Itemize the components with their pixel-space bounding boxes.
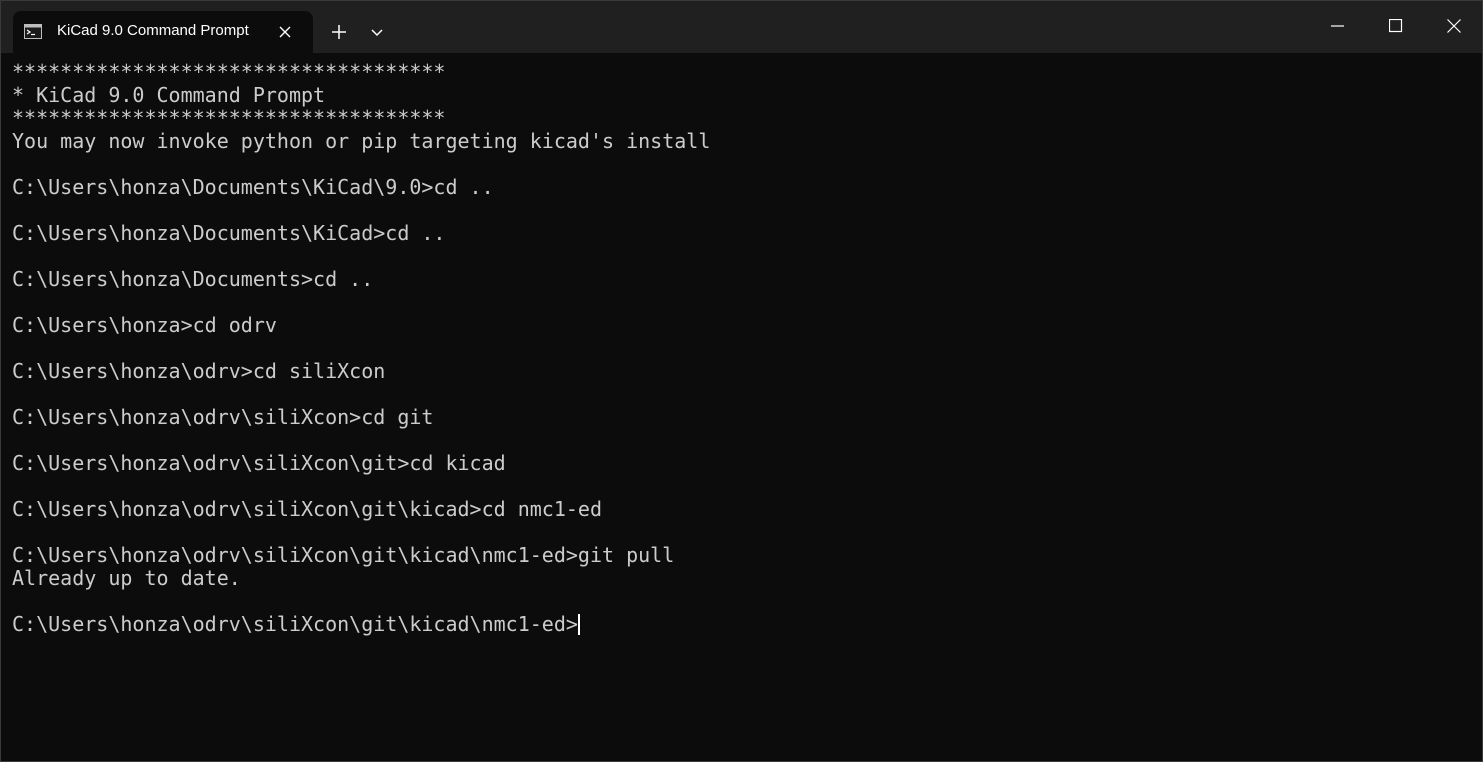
terminal-line: ************************************ <box>12 106 446 130</box>
close-window-button[interactable] <box>1425 1 1482 51</box>
terminal-line: C:\Users\honza\odrv\siliXcon\git\kicad>c… <box>12 497 603 521</box>
chevron-down-icon <box>371 29 383 37</box>
terminal-prompt-line[interactable]: C:\Users\honza\odrv\siliXcon\git\kicad\n… <box>12 613 1472 636</box>
minimize-icon <box>1331 25 1344 27</box>
cmd-terminal-icon <box>24 24 42 39</box>
terminal-line: C:\Users\honza\odrv>cd siliXcon <box>12 359 386 383</box>
title-bar[interactable]: KiCad 9.0 Command Prompt <box>1 1 1482 53</box>
terminal-output[interactable]: ************************************ * Ki… <box>12 61 1472 751</box>
terminal-line: C:\Users\honza\Documents\KiCad>cd .. <box>12 221 446 245</box>
terminal-line: * KiCad 9.0 Command Prompt <box>12 83 326 107</box>
tab-kicad-command-prompt[interactable]: KiCad 9.0 Command Prompt <box>13 11 313 53</box>
text-cursor <box>577 614 580 635</box>
close-icon <box>279 26 291 38</box>
maximize-button[interactable] <box>1367 1 1425 51</box>
terminal-line: C:\Users\honza\Documents>cd .. <box>12 267 374 291</box>
minimize-button[interactable] <box>1309 1 1367 51</box>
terminal-prompt: C:\Users\honza\odrv\siliXcon\git\kicad\n… <box>12 612 578 636</box>
new-tab-button[interactable] <box>324 17 354 47</box>
terminal-line: C:\Users\honza>cd odrv <box>12 313 277 337</box>
terminal-line: Already up to date. <box>12 566 241 590</box>
terminal-line: C:\Users\honza\odrv\siliXcon>cd git <box>12 405 434 429</box>
maximize-icon <box>1389 19 1403 33</box>
tab-dropdown-button[interactable] <box>363 17 391 47</box>
terminal-line: ************************************ <box>12 60 446 84</box>
terminal-line: You may now invoke python or pip targeti… <box>12 129 711 153</box>
terminal-line: C:\Users\honza\odrv\siliXcon\git\kicad\n… <box>12 543 675 567</box>
close-icon <box>1447 19 1461 33</box>
close-tab-button[interactable] <box>276 23 294 41</box>
terminal-window: KiCad 9.0 Command Prompt ***************… <box>0 0 1483 762</box>
plus-icon <box>332 25 346 39</box>
terminal-line: C:\Users\honza\odrv\siliXcon\git>cd kica… <box>12 451 506 475</box>
terminal-line: C:\Users\honza\Documents\KiCad\9.0>cd .. <box>12 175 494 199</box>
tab-title: KiCad 9.0 Command Prompt <box>57 22 249 39</box>
